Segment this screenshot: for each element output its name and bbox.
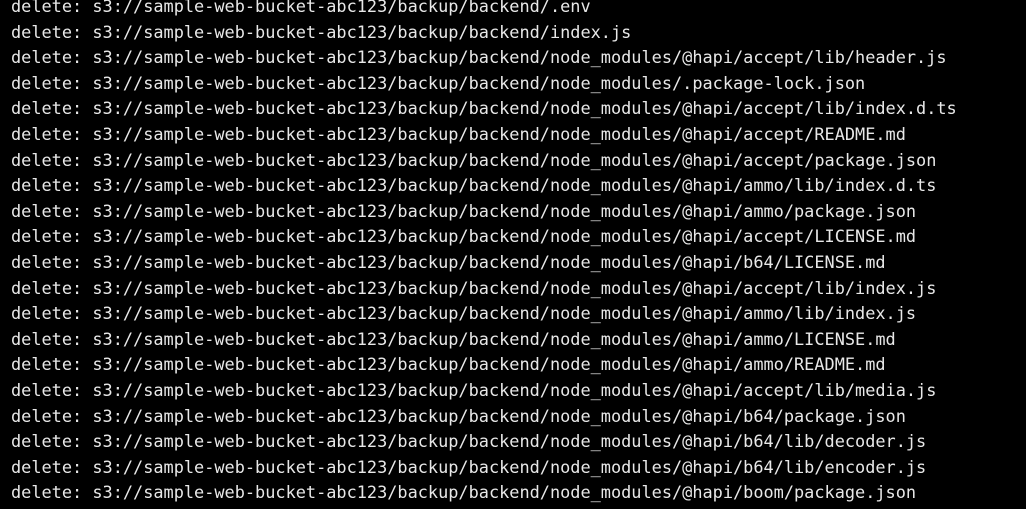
terminal-line: delete: s3://sample-web-bucket-abc123/ba… xyxy=(11,456,927,477)
terminal-line: delete: s3://sample-web-bucket-abc123/ba… xyxy=(11,98,957,119)
terminal-line: delete: s3://sample-web-bucket-abc123/ba… xyxy=(11,0,591,16)
terminal-line: delete: s3://sample-web-bucket-abc123/ba… xyxy=(11,226,917,247)
terminal-line: delete: s3://sample-web-bucket-abc123/ba… xyxy=(11,175,937,196)
terminal-line: delete: s3://sample-web-bucket-abc123/ba… xyxy=(11,431,927,452)
terminal-line: delete: s3://sample-web-bucket-abc123/ba… xyxy=(11,482,917,503)
terminal-line: delete: s3://sample-web-bucket-abc123/ba… xyxy=(11,123,906,144)
terminal-line: delete: s3://sample-web-bucket-abc123/ba… xyxy=(11,328,896,349)
terminal-line: delete: s3://sample-web-bucket-abc123/ba… xyxy=(11,21,632,42)
terminal-line: delete: s3://sample-web-bucket-abc123/ba… xyxy=(11,277,937,298)
terminal-line: delete: s3://sample-web-bucket-abc123/ba… xyxy=(11,379,937,400)
terminal-line: delete: s3://sample-web-bucket-abc123/ba… xyxy=(11,200,917,221)
terminal-window[interactable]: delete: s3://sample-web-bucket-abc123/ba… xyxy=(0,0,1026,509)
terminal-line: delete: s3://sample-web-bucket-abc123/ba… xyxy=(11,303,917,324)
terminal-line: delete: s3://sample-web-bucket-abc123/ba… xyxy=(11,405,906,426)
terminal-line: delete: s3://sample-web-bucket-abc123/ba… xyxy=(11,354,886,375)
terminal-line: delete: s3://sample-web-bucket-abc123/ba… xyxy=(11,251,886,272)
terminal-line: delete: s3://sample-web-bucket-abc123/ba… xyxy=(11,72,866,93)
terminal-line: delete: s3://sample-web-bucket-abc123/ba… xyxy=(11,149,937,170)
terminal-output: delete: s3://sample-web-bucket-abc123/ba… xyxy=(11,0,957,506)
terminal-line: delete: s3://sample-web-bucket-abc123/ba… xyxy=(11,47,947,68)
